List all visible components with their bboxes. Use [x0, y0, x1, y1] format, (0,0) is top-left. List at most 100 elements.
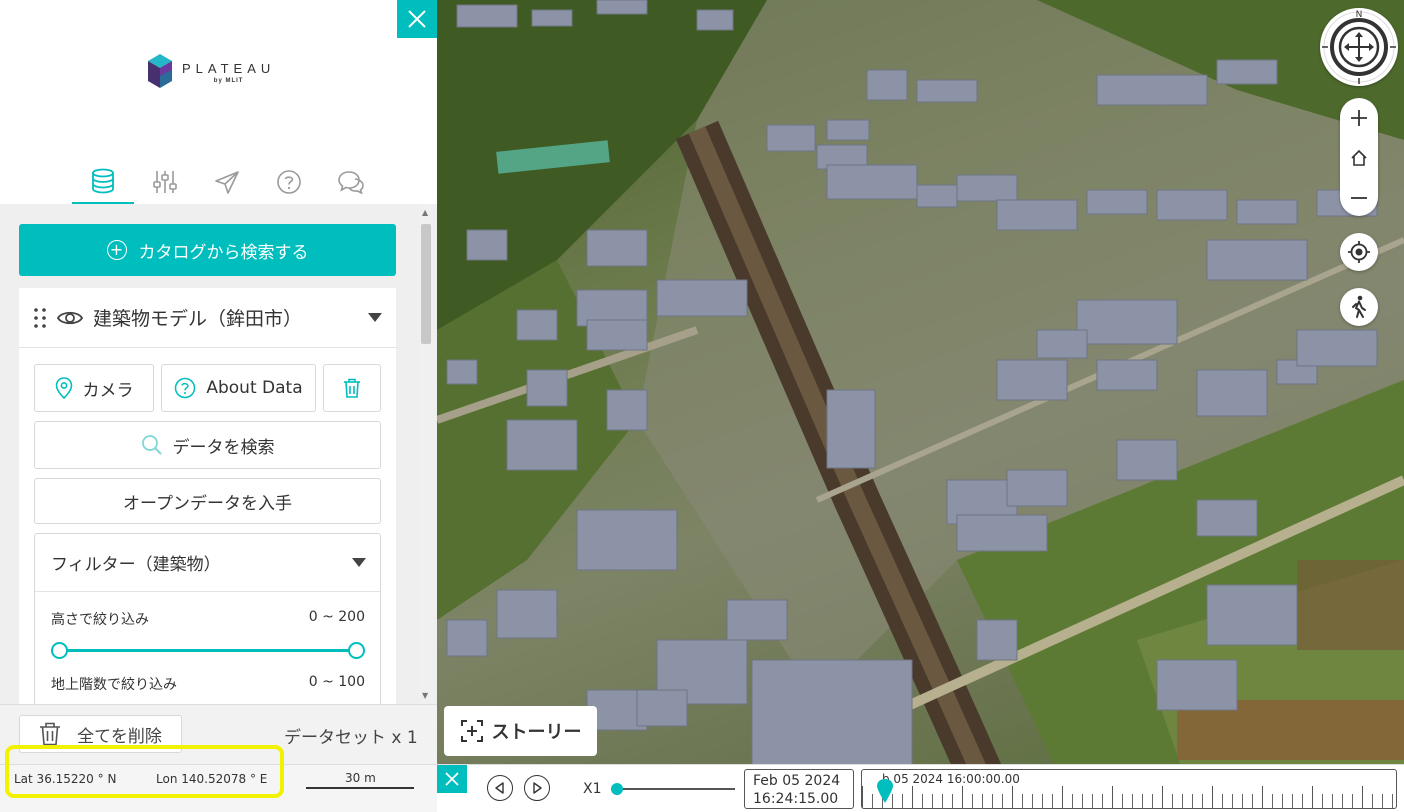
layer-title: 建築物モデル（鉾田市） [93, 308, 303, 330]
timeline-track[interactable]: b 05 2024 16:00:00.00 [861, 769, 1397, 809]
floor-filter-row: 地上階数で絞り込み 0 ~ 100 [51, 674, 365, 694]
filter-header[interactable]: フィルター（建築物） [35, 534, 380, 592]
story-label: ストーリー [491, 722, 582, 743]
scroll-up-arrow-icon[interactable]: ▲ [422, 208, 428, 217]
plateau-logo-icon [148, 54, 172, 88]
play-reverse-icon [495, 782, 504, 794]
scale-readout: 30 m [345, 771, 376, 785]
compass-icon: N [1322, 10, 1396, 84]
my-location-button[interactable] [1340, 233, 1378, 271]
compass[interactable]: N [1320, 8, 1398, 86]
scrollbar-thumb[interactable] [421, 224, 431, 344]
close-timeline-button[interactable] [437, 765, 467, 793]
scroll-down-arrow-icon[interactable]: ▼ [422, 691, 428, 700]
search-data-button[interactable]: データを検索 [34, 421, 381, 469]
layer-collapse-toggle[interactable] [368, 313, 382, 322]
floor-filter-range: 0 ~ 100 [308, 674, 365, 690]
trash-icon [344, 378, 360, 398]
camera-button[interactable]: カメラ [34, 364, 154, 412]
speed-label: X1 [583, 781, 602, 797]
home-icon [1351, 149, 1367, 166]
speed-slider-handle[interactable] [611, 783, 623, 795]
height-filter-label: 高さで絞り込み [51, 612, 149, 628]
map-3d-view[interactable] [437, 0, 1404, 812]
home-button[interactable] [1340, 138, 1378, 178]
tab-data-catalog[interactable] [72, 160, 134, 204]
speed-slider[interactable] [611, 781, 735, 797]
paper-plane-icon [215, 171, 239, 194]
play-button[interactable] [524, 775, 550, 801]
story-button[interactable]: ストーリー [444, 706, 597, 756]
panel-scrollbar[interactable]: ▲ ▼ [419, 204, 433, 704]
height-filter-range: 0 ~ 200 [308, 609, 365, 625]
timeline-playhead-icon[interactable] [876, 778, 894, 804]
current-time: 16:24:15.00 [753, 791, 839, 807]
tab-share[interactable] [196, 160, 258, 204]
filter-title: フィルター（建築物） [51, 555, 221, 575]
plus-icon [1351, 110, 1367, 126]
zoom-in-button[interactable] [1340, 98, 1378, 138]
status-bar: Lat 36.15220 ° N Lon 140.52078 ° E 30 m [0, 764, 437, 812]
plus-circle-icon: + [106, 240, 127, 260]
floor-filter-label: 地上階数で絞り込み [51, 677, 177, 693]
compass-north-label: N [1356, 10, 1363, 20]
minus-icon [1351, 197, 1367, 199]
tab-feedback[interactable] [320, 160, 382, 204]
get-open-data-button[interactable]: オープンデータを入手 [34, 478, 381, 524]
delete-layer-button[interactable] [323, 364, 381, 412]
pedestrian-mode-button[interactable] [1340, 288, 1378, 326]
search-catalog-label: カタログから検索する [138, 242, 309, 263]
camera-label: カメラ [82, 380, 134, 401]
close-icon [408, 10, 426, 28]
current-date: Feb 05 2024 [753, 773, 841, 789]
close-panel-button[interactable] [397, 0, 437, 38]
zoom-out-button[interactable] [1340, 178, 1378, 218]
timeline-start-label: b 05 2024 16:00:00.00 [882, 772, 1020, 786]
play-icon [533, 782, 542, 794]
pedestrian-icon [1352, 295, 1366, 318]
clear-all-button[interactable]: 全てを削除 [19, 715, 182, 753]
layer-header: 建築物モデル（鉾田市） [19, 288, 396, 348]
speed-slider-rail [611, 788, 735, 790]
building-filter: フィルター（建築物） 高さで絞り込み 0 ~ 200 地上階数で絞り込み 0 ~… [34, 533, 381, 704]
location-pin-icon [55, 377, 72, 399]
search-catalog-button[interactable]: + カタログから検索する [19, 224, 396, 276]
about-data-button[interactable]: About Data [161, 364, 316, 412]
dataset-count: データセット x 1 [284, 728, 418, 748]
panel-footer: 全てを削除 データセット x 1 [0, 704, 437, 764]
layer-card: 建築物モデル（鉾田市） カメラ About Data データを検索 オープンデー… [19, 288, 396, 704]
height-slider-min-handle[interactable] [51, 642, 68, 659]
help-circle-icon [175, 377, 196, 399]
close-icon [445, 772, 459, 786]
get-open-data-label: オープンデータを入手 [123, 493, 292, 514]
plateau-logo: PLATEAU by MLIT [146, 52, 275, 92]
aerial-city-scene [437, 0, 1404, 812]
crosshair-icon [1348, 241, 1370, 263]
drag-handle-icon[interactable] [33, 307, 47, 329]
side-panel: PLATEAU by MLIT + カタログから検索する 建築物モデル（鉾田市）… [0, 0, 437, 812]
panel-tabs [72, 160, 382, 204]
tab-map-settings[interactable] [134, 160, 196, 204]
tab-help[interactable] [258, 160, 320, 204]
current-datetime[interactable]: Feb 05 2024 16:24:15.00 [744, 769, 854, 809]
filter-collapse-toggle[interactable] [352, 558, 366, 567]
height-filter-row: 高さで絞り込み 0 ~ 200 [51, 609, 365, 629]
eye-icon[interactable] [57, 309, 83, 327]
timeline-major-ticks [862, 786, 1396, 808]
timeline-bar: X1 Feb 05 2024 16:24:15.00 b 05 2024 16:… [437, 764, 1404, 812]
clear-all-label: 全てを削除 [77, 726, 162, 747]
chat-bubbles-icon [338, 171, 364, 194]
height-range-slider[interactable] [51, 640, 365, 660]
trash-icon [40, 722, 61, 746]
logo-subtitle: by MLIT [213, 77, 244, 84]
zoom-controls [1340, 98, 1378, 216]
height-slider-max-handle[interactable] [348, 642, 365, 659]
search-data-label: データを検索 [172, 437, 275, 458]
logo-name: PLATEAU [182, 60, 276, 76]
search-icon [141, 435, 162, 455]
play-reverse-button[interactable] [487, 775, 513, 801]
help-circle-icon [277, 170, 301, 194]
database-icon [92, 168, 114, 194]
panel-header: PLATEAU by MLIT [0, 0, 437, 204]
longitude-readout: Lon 140.52078 ° E [156, 772, 268, 786]
